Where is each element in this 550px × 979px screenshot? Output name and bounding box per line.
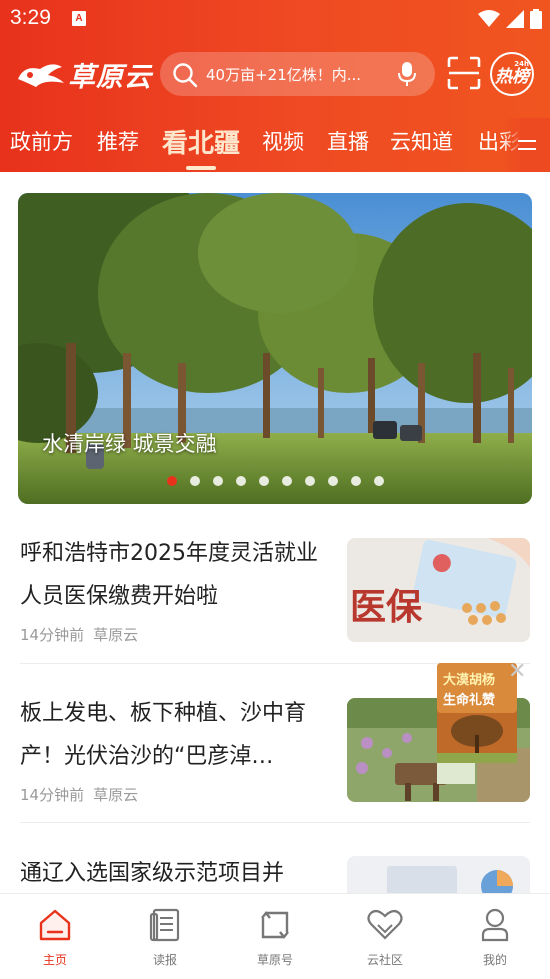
search-input[interactable]: 40万亩+21亿株！内... [206, 64, 361, 85]
microphone-icon[interactable] [397, 61, 417, 87]
search-icon [173, 63, 198, 88]
report-thumbnail [347, 856, 530, 893]
carousel-dot[interactable] [351, 476, 361, 486]
nav-label: 读报 [152, 953, 177, 967]
thumbnail-text: 医保 [350, 586, 423, 628]
search-bar[interactable]: 40万亩+21亿株！内... [160, 52, 435, 96]
carousel-dot[interactable] [190, 476, 200, 486]
app-header: 3:29 A 草原云 40万亩+21亿株！内... 热榜 24h 政前方 推荐 … [0, 0, 550, 172]
news-meta: 14分钟前 草原云 [20, 784, 138, 805]
news-title[interactable]: 通辽入选国家级示范项目并 [20, 852, 325, 893]
signal-icon [506, 10, 524, 28]
nav-caoyuanhao[interactable]: 草原号 [220, 894, 330, 979]
news-title[interactable]: 板上发电、板下种植、沙中育产！光伏治沙的“巴彦淖… [20, 692, 325, 778]
list-divider [20, 822, 530, 823]
close-ad-icon[interactable]: ✕ [508, 659, 526, 684]
scan-icon[interactable] [447, 56, 481, 90]
home-icon [39, 909, 71, 941]
logo-text: 草原云 [68, 61, 152, 93]
bottom-navigation: 主页 读报 草原号 云社区 我的 [0, 893, 550, 979]
nav-home[interactable]: 主页 [0, 894, 110, 979]
nav-profile[interactable]: 我的 [440, 894, 550, 979]
nav-label: 草原号 [256, 953, 293, 967]
carousel-dot[interactable] [282, 476, 292, 486]
tab-zhengqianfang[interactable]: 政前方 [10, 126, 73, 156]
banner-caption: 水清岸绿 城景交融 [42, 432, 217, 456]
app-logo[interactable]: 草原云 [14, 54, 152, 94]
carousel-dot[interactable] [328, 476, 338, 486]
news-thumbnail[interactable] [347, 856, 530, 893]
tab-yunzhidao[interactable]: 云知道 [390, 126, 453, 156]
wifi-icon [478, 10, 500, 27]
tab-kanbeijiang[interactable]: 看北疆 [162, 123, 240, 160]
cloud-logo-icon [18, 64, 64, 87]
floating-ad[interactable]: 大漠胡杨 生命礼赞 [437, 663, 517, 763]
carousel-dot[interactable] [236, 476, 246, 486]
news-time: 14分钟前 [20, 786, 85, 804]
banner-carousel[interactable]: 水清岸绿 城景交融 [18, 193, 532, 504]
carousel-dot[interactable] [374, 476, 384, 486]
community-heart-icon [367, 909, 403, 940]
carousel-dot[interactable] [305, 476, 315, 486]
news-item[interactable]: 通辽入选国家级示范项目并 [20, 852, 530, 893]
news-title[interactable]: 呼和浩特市2025年度灵活就业人员医保缴费开始啦 [20, 532, 325, 618]
floating-ad-line1: 大漠胡杨 [443, 673, 496, 688]
news-meta: 14分钟前 草原云 [20, 624, 138, 645]
repost-icon [261, 911, 289, 939]
status-icons [478, 8, 542, 30]
news-source: 草原云 [93, 786, 139, 804]
news-item[interactable]: 呼和浩特市2025年度灵活就业人员医保缴费开始啦 14分钟前 草原云 医保 [20, 532, 530, 647]
channel-tabs: 政前方 推荐 看北疆 视频 直播 云知道 出彩 [0, 118, 550, 172]
nav-label: 云社区 [366, 953, 403, 967]
carousel-dot[interactable] [167, 476, 177, 486]
nav-newspaper[interactable]: 读报 [110, 894, 220, 979]
carousel-dot[interactable] [213, 476, 223, 486]
newspaper-icon [149, 908, 180, 942]
news-source: 草原云 [93, 626, 139, 644]
news-thumbnail[interactable]: 医保 [347, 538, 530, 642]
tab-video[interactable]: 视频 [262, 126, 304, 156]
menu-icon[interactable] [502, 118, 550, 172]
nav-label: 主页 [42, 953, 67, 967]
battery-icon [530, 9, 542, 29]
profile-icon [481, 908, 509, 942]
carousel-dots [167, 476, 384, 486]
tab-recommend[interactable]: 推荐 [97, 126, 139, 156]
status-time: 3:29 [10, 6, 51, 29]
hot-list-button[interactable]: 热榜 24h [490, 52, 534, 96]
active-tab-indicator [186, 166, 216, 170]
floating-ad-line2: 生命礼赞 [443, 693, 496, 708]
carousel-dot[interactable] [259, 476, 269, 486]
nav-community[interactable]: 云社区 [330, 894, 440, 979]
news-time: 14分钟前 [20, 626, 85, 644]
tab-live[interactable]: 直播 [327, 126, 369, 156]
sim-icon: A [72, 11, 86, 26]
nav-label: 我的 [482, 953, 507, 967]
status-bar: 3:29 A [0, 0, 550, 38]
hot-list-24h: 24h [514, 60, 529, 68]
